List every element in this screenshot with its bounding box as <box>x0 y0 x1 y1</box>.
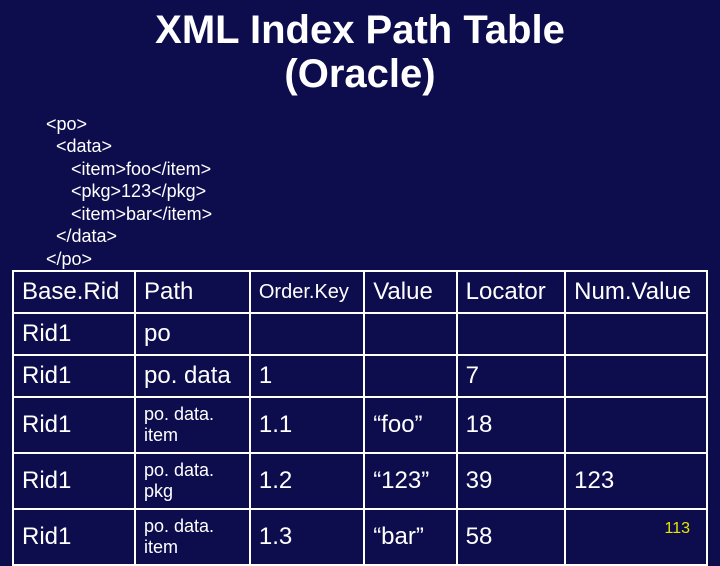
cell-numvalue <box>565 355 707 397</box>
cell-baserid: Rid1 <box>13 355 135 397</box>
xml-code-block: <po> <data> <item>foo</item> <pkg>123</p… <box>46 90 212 270</box>
slide-title: XML Index Path Table (Oracle) <box>0 8 720 96</box>
xml-line: <item>bar</item> <box>46 204 212 224</box>
xml-line: <pkg>123</pkg> <box>46 181 206 201</box>
header-orderkey: Order.Key <box>250 271 364 313</box>
cell-orderkey: 1.2 <box>250 453 364 509</box>
cell-locator <box>457 313 566 355</box>
cell-baserid: Rid1 <box>13 397 135 453</box>
header-numvalue: Num.Value <box>565 271 707 313</box>
table-row: Rid1 po. data. item 1.1 “foo” 18 <box>13 397 707 453</box>
header-path: Path <box>135 271 250 313</box>
cell-baserid: Rid1 <box>13 313 135 355</box>
cell-baserid: Rid1 <box>13 453 135 509</box>
cell-orderkey: 1 <box>250 355 364 397</box>
table-row: Rid1 po. data. pkg 1.2 “123” 39 123 <box>13 453 707 509</box>
page-number: 113 <box>664 520 690 538</box>
xml-line: <po> <box>46 114 87 134</box>
table-header-row: Base.Rid Path Order.Key Value Locator Nu… <box>13 271 707 313</box>
header-baserid: Base.Rid <box>13 271 135 313</box>
table-row: Rid1 po. data. item 1.3 “bar” 58 <box>13 509 707 565</box>
cell-value: “123” <box>364 453 456 509</box>
cell-path: po. data. item <box>135 397 250 453</box>
cell-locator: 18 <box>457 397 566 453</box>
header-value: Value <box>364 271 456 313</box>
header-locator: Locator <box>457 271 566 313</box>
cell-locator: 7 <box>457 355 566 397</box>
cell-orderkey: 1.1 <box>250 397 364 453</box>
cell-value: “foo” <box>364 397 456 453</box>
cell-orderkey <box>250 313 364 355</box>
title-line-2: (Oracle) <box>284 52 435 96</box>
xml-line: </data> <box>46 226 117 246</box>
index-path-table: Base.Rid Path Order.Key Value Locator Nu… <box>12 270 708 566</box>
cell-path: po <box>135 313 250 355</box>
cell-numvalue <box>565 313 707 355</box>
cell-locator: 58 <box>457 509 566 565</box>
xml-line: <item>foo</item> <box>46 159 211 179</box>
xml-line: </po> <box>46 249 92 269</box>
cell-numvalue <box>565 397 707 453</box>
cell-baserid: Rid1 <box>13 509 135 565</box>
cell-value <box>364 313 456 355</box>
xml-line: <data> <box>46 136 112 156</box>
cell-path: po. data. item <box>135 509 250 565</box>
cell-orderkey: 1.3 <box>250 509 364 565</box>
cell-value: “bar” <box>364 509 456 565</box>
cell-numvalue: 123 <box>565 453 707 509</box>
cell-locator: 39 <box>457 453 566 509</box>
cell-path: po. data. pkg <box>135 453 250 509</box>
title-line-1: XML Index Path Table <box>155 8 565 52</box>
table-row: Rid1 po <box>13 313 707 355</box>
table-row: Rid1 po. data 1 7 <box>13 355 707 397</box>
cell-path: po. data <box>135 355 250 397</box>
cell-value <box>364 355 456 397</box>
